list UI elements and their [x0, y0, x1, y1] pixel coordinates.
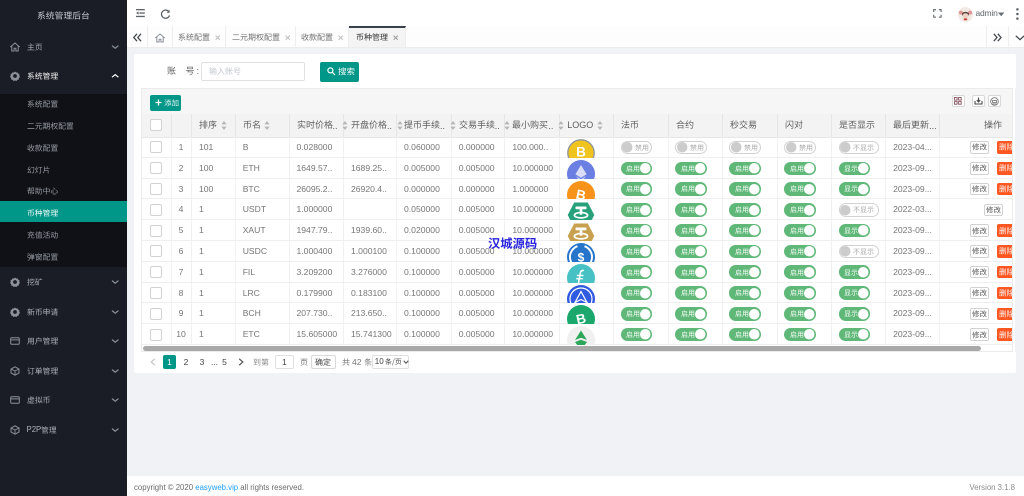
svg-text:B: B: [576, 145, 586, 158]
svg-text:$: $: [578, 251, 585, 262]
